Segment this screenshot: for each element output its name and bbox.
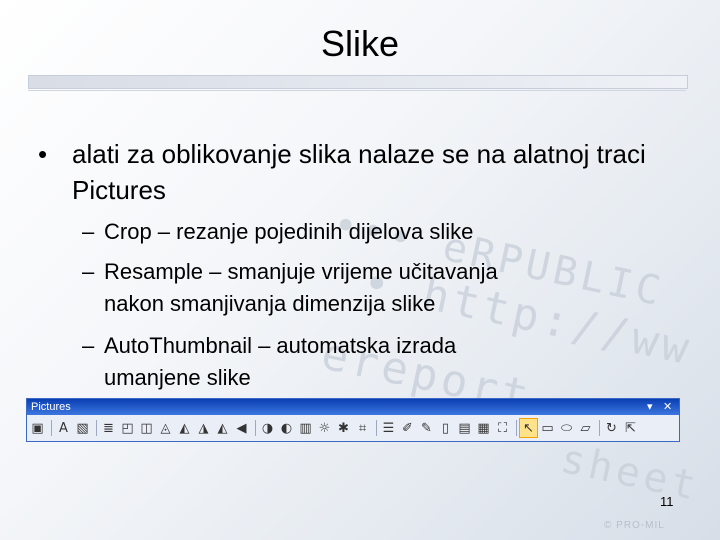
sub-item-autothumbnail: – AutoThumbnail – automatska izrada umanj… [82, 330, 642, 394]
insert-picture-icon[interactable]: ▣ [29, 419, 46, 437]
pictures-toolbar[interactable]: Pictures ▾ ✕ ▣ A ▧ ≣ ◰ ◫ ◬ ◭ ◮ ◭ ◀ ◑ ◐ ▥ ☼ ✱ ⌗ ☰ ✐ ✎ ▯ ▤ ▦ ⛶ ↖ ▭ ⬭… [26, 398, 680, 442]
sub-item-text: AutoThumbnail – automatska izrada [104, 333, 457, 358]
crop-icon[interactable]: ⌗ [354, 419, 371, 437]
sub-dash: – [82, 259, 95, 284]
sub-item-text-cont: umanjene slike [104, 365, 251, 390]
watermark-4: sheet [556, 435, 704, 511]
bullet-dot: • [38, 139, 48, 169]
rectangle-icon[interactable]: ▭ [539, 419, 556, 437]
effects-icon[interactable]: ✱ [335, 419, 352, 437]
pen-icon[interactable]: ✎ [418, 419, 435, 437]
shape-icon[interactable]: ◬ [157, 419, 174, 437]
group-icon[interactable]: ◫ [138, 419, 155, 437]
toolbar-options-icon[interactable]: ▾ [647, 399, 653, 415]
resample-icon[interactable]: ▤ [456, 419, 473, 437]
toolbar-separator [516, 420, 517, 436]
reset-icon[interactable]: ⇱ [622, 419, 639, 437]
flip-icon[interactable]: ◭ [214, 419, 231, 437]
toolbar-button-row: ▣ A ▧ ≣ ◰ ◫ ◬ ◭ ◮ ◭ ◀ ◑ ◐ ▥ ☼ ✱ ⌗ ☰ ✐ ✎ ▯ ▤ ▦ ⛶ ↖ ▭ ⬭ ▱ ↻ ⇱ [27, 417, 681, 439]
sub-item-text-cont: nakon smanjivanja dimenzija slike [104, 291, 436, 316]
brush-icon[interactable]: ✐ [399, 419, 416, 437]
rotate-left-icon[interactable]: ◭ [176, 419, 193, 437]
align-icon[interactable]: ≣ [100, 419, 117, 437]
contrast-icon[interactable]: ◑ [259, 419, 276, 437]
rotate-right-icon[interactable]: ◮ [195, 419, 212, 437]
picture-icon[interactable]: ▧ [74, 419, 91, 437]
compress-icon[interactable]: ▯ [437, 419, 454, 437]
select-icon[interactable]: ↖ [519, 418, 538, 438]
color-icon[interactable]: ▥ [297, 419, 314, 437]
toolbar-titlebar[interactable]: Pictures ▾ ✕ [27, 399, 679, 415]
toolbar-separator [599, 420, 600, 436]
toolbar-separator [96, 420, 97, 436]
sub-item-crop: – Crop – rezanje pojedinih dijelova slike [82, 216, 642, 248]
toolbar-title: Pictures [31, 401, 71, 413]
main-bullet-text: alati za oblikovanje slika nalaze se na … [72, 139, 646, 205]
insert-wordart-icon[interactable]: A [55, 419, 72, 437]
sub-item-text: Crop – rezanje pojedinih dijelova slike [104, 219, 474, 244]
ellipse-icon[interactable]: ⬭ [558, 419, 575, 437]
title-divider-line [28, 90, 686, 91]
sub-item-text: Resample – smanjuje vrijeme učitavanja [104, 259, 498, 284]
main-bullet: • alati za oblikovanje slika nalaze se n… [38, 136, 646, 208]
reflect-icon[interactable]: ◀ [233, 419, 250, 437]
polygon-icon[interactable]: ▱ [577, 419, 594, 437]
slide-title: Slike [320, 23, 400, 64]
sun-icon[interactable]: ☼ [316, 419, 333, 437]
toolbar-separator [376, 420, 377, 436]
brightness-icon[interactable]: ◐ [278, 419, 295, 437]
close-icon[interactable]: ✕ [663, 399, 672, 415]
sub-dash: – [82, 333, 95, 358]
line-style-icon[interactable]: ☰ [380, 419, 397, 437]
sub-item-resample: – Resample – smanjuje vrijeme učitavanja … [82, 256, 642, 320]
transform-icon[interactable]: ⛶ [494, 419, 511, 437]
page-number: 11 [660, 494, 674, 509]
footer-logo: © PRO-MIL [604, 520, 665, 531]
toolbar-separator [255, 420, 256, 436]
sub-dash: – [82, 219, 95, 244]
title-divider-bar [28, 75, 688, 89]
toolbar-separator [51, 420, 52, 436]
arrange-icon[interactable]: ◰ [119, 419, 136, 437]
rotate-icon[interactable]: ↻ [603, 419, 620, 437]
thumbnail-icon[interactable]: ▦ [475, 419, 492, 437]
